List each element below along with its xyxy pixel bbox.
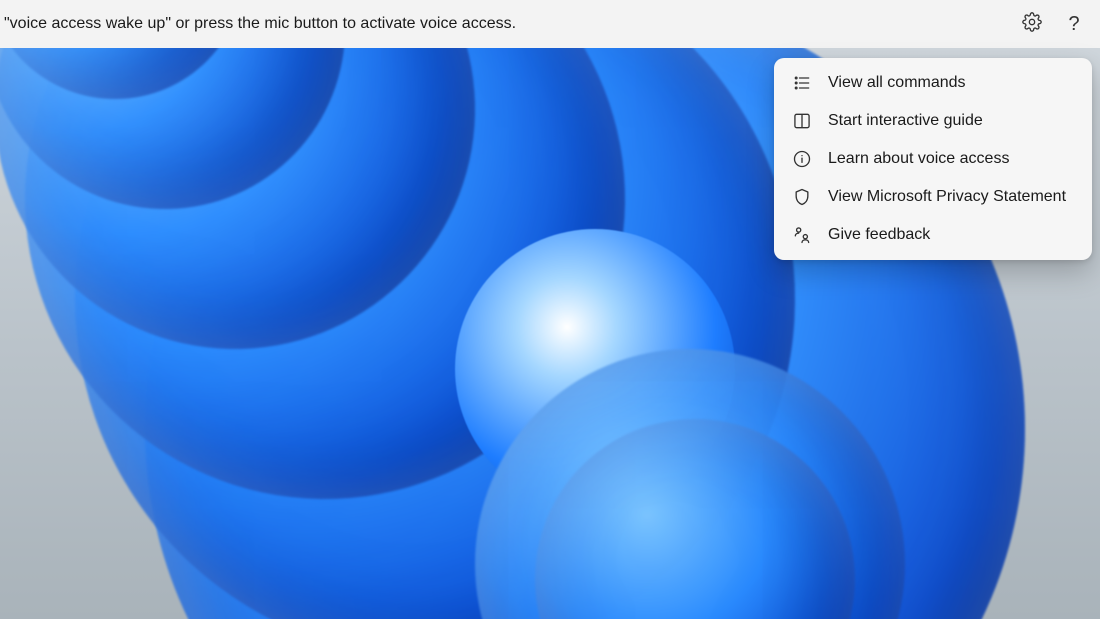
gear-icon bbox=[1022, 12, 1042, 37]
voice-access-hint: "voice access wake up" or press the mic … bbox=[0, 15, 516, 33]
voice-access-actions: ? bbox=[1016, 8, 1094, 40]
book-icon bbox=[792, 111, 812, 131]
menu-item-learn-about-voice-access[interactable]: Learn about voice access bbox=[778, 140, 1088, 178]
menu-item-start-interactive-guide[interactable]: Start interactive guide bbox=[778, 102, 1088, 140]
shield-icon bbox=[792, 187, 812, 207]
voice-access-bar: "voice access wake up" or press the mic … bbox=[0, 0, 1100, 48]
help-icon: ? bbox=[1068, 14, 1079, 34]
menu-item-label: Give feedback bbox=[828, 226, 930, 244]
settings-button[interactable] bbox=[1016, 8, 1048, 40]
menu-item-label: View Microsoft Privacy Statement bbox=[828, 188, 1066, 206]
feedback-icon bbox=[792, 225, 812, 245]
menu-item-label: View all commands bbox=[828, 74, 966, 92]
menu-item-label: Start interactive guide bbox=[828, 112, 983, 130]
menu-item-label: Learn about voice access bbox=[828, 150, 1009, 168]
info-icon bbox=[792, 149, 812, 169]
help-menu: View all commands Start interactive guid… bbox=[774, 58, 1092, 260]
list-icon bbox=[792, 73, 812, 93]
menu-item-view-all-commands[interactable]: View all commands bbox=[778, 64, 1088, 102]
help-button[interactable]: ? bbox=[1058, 8, 1090, 40]
menu-item-privacy-statement[interactable]: View Microsoft Privacy Statement bbox=[778, 178, 1088, 216]
menu-item-give-feedback[interactable]: Give feedback bbox=[778, 216, 1088, 254]
